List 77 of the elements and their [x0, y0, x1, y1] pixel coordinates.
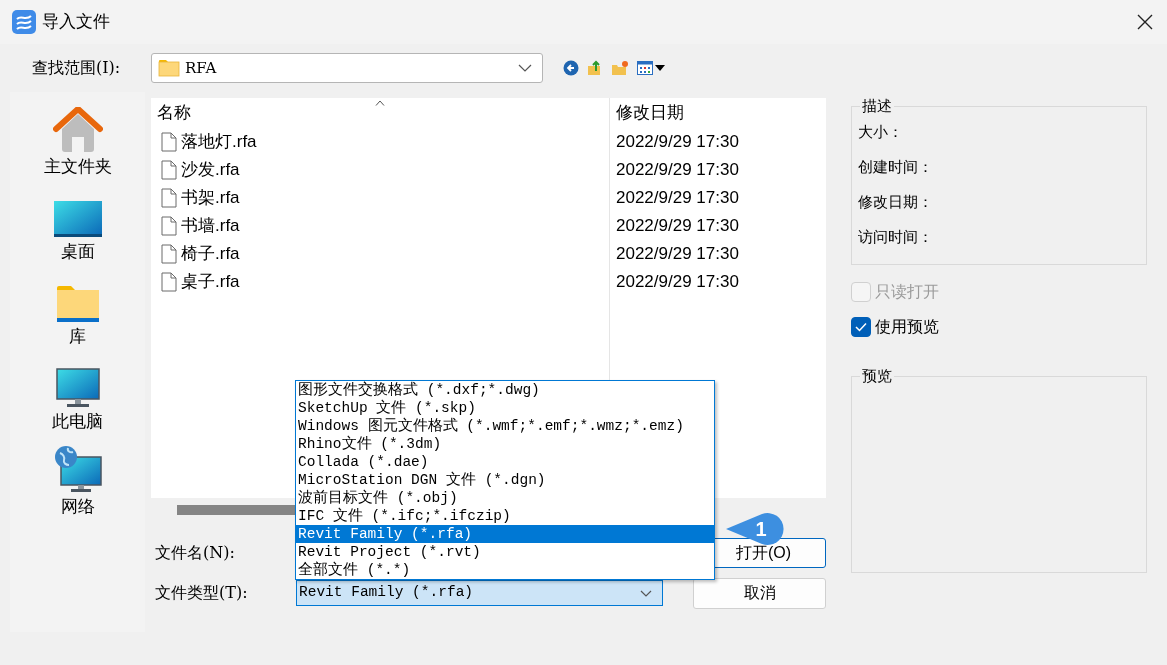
file-name: 落地灯.rfa — [181, 131, 257, 154]
sidebar-item[interactable]: 桌面 — [17, 183, 138, 268]
file-row[interactable]: 沙发.rfa — [151, 156, 609, 184]
look-in-dropdown[interactable]: RFA — [151, 53, 543, 83]
checkbox-label: 使用预览 — [875, 317, 939, 337]
file-row[interactable]: 桌子.rfa — [151, 268, 609, 296]
column-header[interactable]: 修改日期 — [616, 99, 684, 127]
new-folder-button[interactable] — [611, 60, 629, 76]
caret-icon — [655, 65, 665, 71]
new-folder-icon — [611, 60, 629, 76]
back-button[interactable] — [563, 60, 579, 76]
file-name: 椅子.rfa — [181, 243, 240, 266]
house-icon — [52, 107, 103, 153]
checkbox[interactable] — [851, 317, 871, 337]
folder-icon — [55, 285, 100, 323]
file-row[interactable]: 书墙.rfa — [151, 212, 609, 240]
modified-date: 2022/9/29 17:30 — [616, 131, 739, 154]
file-icon — [161, 272, 177, 292]
desktop-icon — [52, 200, 103, 238]
property-label: 访问时间： — [858, 226, 934, 247]
sort-ascending-icon — [375, 100, 385, 106]
property-label: 大小： — [858, 121, 904, 142]
file-type-option[interactable]: IFC 文件 (*.ifc;*.ifczip) — [296, 507, 714, 525]
file-type-label: 文件类型(T): — [155, 582, 249, 604]
monitor-icon — [55, 368, 100, 408]
file-type-option[interactable]: 图形文件交换格式 (*.dxf;*.dwg) — [296, 381, 714, 399]
file-name: 桌子.rfa — [181, 271, 240, 294]
checkbox-label: 只读打开 — [875, 282, 939, 302]
file-icon — [161, 244, 177, 264]
sidebar-item[interactable]: 库 — [17, 268, 138, 353]
grid-view-icon — [637, 61, 653, 75]
modified-date: 2022/9/29 17:30 — [616, 215, 739, 238]
file-row[interactable]: 椅子.rfa — [151, 240, 609, 268]
file-name: 沙发.rfa — [181, 159, 240, 182]
file-type-option[interactable]: Collada (*.dae) — [296, 453, 714, 471]
file-type-dropdown[interactable]: Revit Family (*.rfa) — [296, 580, 663, 606]
column-header[interactable]: 名称 — [157, 99, 191, 127]
chevron-down-icon — [518, 64, 532, 72]
app-logo-icon — [12, 10, 36, 34]
look-in-label: 查找范围(I): — [32, 57, 122, 79]
view-menu-button[interactable] — [637, 61, 665, 75]
file-icon — [161, 216, 177, 236]
file-name: 书墙.rfa — [181, 215, 240, 238]
file-name-label: 文件名(N): — [155, 542, 236, 564]
up-folder-icon — [587, 60, 603, 76]
file-icon — [161, 188, 177, 208]
checkmark-icon — [855, 322, 867, 332]
folder-icon — [158, 59, 180, 77]
file-type-option[interactable]: Revit Family (*.rfa) — [296, 525, 714, 543]
file-type-option[interactable]: Windows 图元文件格式 (*.wmf;*.emf;*.wmz;*.emz) — [296, 417, 714, 435]
description-group: 描述 大小： 创建时间： 修改日期： 访问时间： — [851, 95, 1147, 265]
file-row[interactable]: 落地灯.rfa — [151, 128, 609, 156]
modified-date: 2022/9/29 17:30 — [616, 271, 739, 294]
sidebar-item[interactable]: 此电脑 — [17, 353, 138, 438]
file-icon — [161, 132, 177, 152]
file-type-option[interactable]: 波前目标文件 (*.obj) — [296, 489, 714, 507]
property-label: 创建时间： — [858, 156, 934, 177]
file-icon — [161, 160, 177, 180]
file-name: 书架.rfa — [181, 187, 240, 210]
up-folder-button[interactable] — [587, 60, 603, 76]
networked-monitor-icon — [53, 445, 102, 493]
look-in-value: RFA — [185, 57, 217, 79]
sidebar-item[interactable]: 主文件夹 — [17, 98, 138, 183]
sidebar-item[interactable]: 网络 — [17, 438, 138, 523]
modified-date: 2022/9/29 17:30 — [616, 243, 739, 266]
modified-date: 2022/9/29 17:30 — [616, 187, 739, 210]
cancel-button[interactable]: 取消 — [693, 577, 826, 609]
modified-date: 2022/9/29 17:30 — [616, 159, 739, 182]
property-label: 修改日期： — [858, 191, 934, 212]
chevron-down-icon — [640, 589, 652, 597]
scrollbar-thumb[interactable] — [177, 505, 295, 515]
file-row[interactable]: 书架.rfa — [151, 184, 609, 212]
close-icon — [1137, 14, 1153, 30]
window-title: 导入文件 — [42, 11, 110, 34]
file-type-option[interactable]: MicroStation DGN 文件 (*.dgn) — [296, 471, 714, 489]
file-type-option[interactable]: SketchUp 文件 (*.skp) — [296, 399, 714, 417]
file-type-option[interactable]: Rhino文件 (*.3dm) — [296, 435, 714, 453]
